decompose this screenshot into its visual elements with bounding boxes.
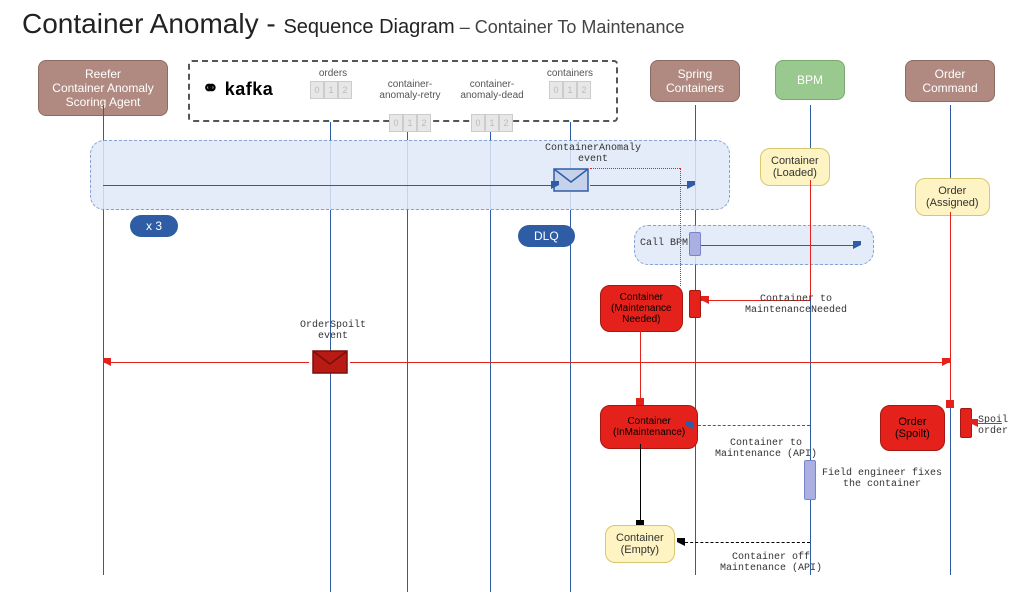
state-maintenance-needed: Container (Maintenance Needed) [600,285,683,332]
arrow-call-bpm [701,245,853,246]
envelope-red-icon [312,350,348,374]
partition: 1 [485,114,499,132]
label-anomaly-event: ContainerAnomaly event [545,143,641,165]
arrow-to-maint-api [688,425,810,426]
activation-spring-red [689,290,701,318]
participant-bpm: BPM [775,60,845,100]
badge-dlq: DLQ [518,225,575,247]
participant-spring: Spring Containers [650,60,740,102]
state-order-assigned: Order (Assigned) [915,178,990,216]
state-in-maintenance: Container (InMaintenance) [600,405,698,449]
arrowhead [687,181,695,189]
state-container-empty: Container (Empty) [605,525,675,563]
activation-bpm-fieldeng [804,460,816,500]
topic-orders: orders 012 [310,68,356,99]
arrowhead [551,181,559,189]
label-to-maint-api: Container to Maintenance (API) [715,438,817,460]
arrow-inmaint-down [640,444,641,522]
partition: 1 [563,81,577,99]
partition: 0 [310,81,324,99]
kafka-logo: ⚭ kafka [202,76,273,101]
label-off-maint: Container off Maintenance (API) [720,552,822,574]
partition: 2 [499,114,513,132]
arrow-anomaly-dotted-h [590,168,680,169]
kafka-broker-box: ⚭ kafka orders 012 container- anomaly-re… [188,60,618,122]
arrowhead [103,358,111,366]
partition: 1 [403,114,417,132]
arrow-maint-down [640,325,641,400]
topic-retry: container- anomaly-retry 012 [370,68,450,143]
topic-containers: containers 012 [540,68,600,99]
kafka-logo-text: kafka [225,79,274,99]
page-title: Container Anomaly - Sequence Diagram – C… [22,8,685,40]
partition: 0 [389,114,403,132]
arrowhead [942,358,950,366]
arrowhead [685,421,693,429]
partition: 2 [577,81,591,99]
topic-label: orders [310,68,356,79]
arrow-anomaly-to-topic [103,185,551,186]
title-main: Container Anomaly - [22,8,283,39]
badge-retry-count: x 3 [130,215,178,237]
topic-dead: container- anomaly-dead 012 [452,68,532,143]
title-sub2: – Container To Maintenance [455,17,685,37]
arrowhead [701,296,709,304]
arrowhead [970,419,978,427]
arrow-spoilt-to-reefer [103,362,309,363]
arrow-order-down [950,212,951,402]
arrowhead [946,400,954,408]
label-to-maint-needed: Container to MaintenanceNeeded [745,294,847,316]
partition: 0 [471,114,485,132]
activation-spring [689,232,701,256]
topic-label: containers [540,68,600,79]
partition: 1 [324,81,338,99]
arrowhead [853,241,861,249]
partition: 0 [549,81,563,99]
topic-label: container- anomaly-retry [370,79,450,101]
arrow-off-maint [680,542,810,543]
partition: 2 [338,81,352,99]
label-field-engineer: Field engineer fixes the container [822,468,942,490]
label-spoil-order: Spoil order [978,415,1008,437]
topic-label: container- anomaly-dead [452,79,532,101]
title-sub1: Sequence Diagram [283,16,454,38]
arrowhead [677,538,685,546]
arrow-spoilt-to-order [350,362,950,363]
arrow-anomaly-dotted [680,168,681,286]
participant-order: Order Command [905,60,995,102]
state-container-loaded: Container (Loaded) [760,148,830,186]
label-order-spoilt-event: OrderSpoilt event [300,320,366,342]
state-order-spoilt: Order (Spoilt) [880,405,945,451]
partition: 2 [417,114,431,132]
arrow-topic-to-spring [590,185,687,186]
arrow-bpm-down [810,180,811,300]
